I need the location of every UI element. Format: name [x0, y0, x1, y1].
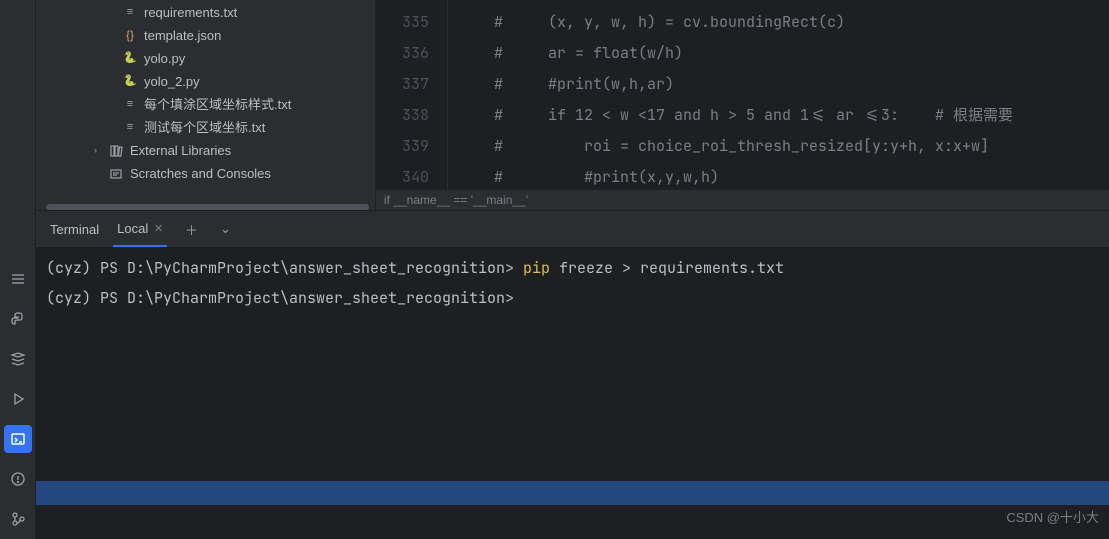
scratches-icon — [108, 166, 124, 182]
editor-scrollbar[interactable] — [1097, 0, 1109, 210]
file-label: 测试每个区域坐标.txt — [144, 116, 265, 139]
json-file-icon: {} — [122, 28, 138, 44]
terminal-title: Terminal — [50, 222, 99, 237]
scratches-consoles[interactable]: Scratches and Consoles — [36, 162, 375, 185]
scratches-label: Scratches and Consoles — [130, 162, 271, 185]
python-file-icon: 🐍 — [122, 51, 138, 67]
file-label: yolo.py — [144, 47, 185, 70]
structure-icon[interactable] — [4, 265, 32, 293]
file-txt-2[interactable]: ≡ 测试每个区域坐标.txt — [36, 116, 375, 139]
terminal-selection-bar — [36, 481, 1109, 505]
file-label: yolo_2.py — [144, 70, 200, 93]
file-txt-1[interactable]: ≡ 每个填涂区域坐标样式.txt — [36, 93, 375, 116]
terminal-panel: Terminal Local × ＋ ⌄ (cyz) PS D:\PyCharm… — [36, 210, 1109, 539]
terminal-tab-bar: Terminal Local × ＋ ⌄ — [36, 211, 1109, 247]
editor-breadcrumb[interactable]: if __name__ == '__main__' — [376, 190, 1109, 210]
python-console-icon[interactable] — [4, 305, 32, 333]
chevron-right-icon: › — [94, 139, 102, 162]
library-icon — [108, 143, 124, 159]
code-content[interactable]: # (x, y, w, h) = cv.boundingRect(c) # ar… — [448, 0, 1097, 210]
file-yolo2-py[interactable]: 🐍 yolo_2.py — [36, 70, 375, 93]
services-icon[interactable] — [4, 345, 32, 373]
ext-lib-label: External Libraries — [130, 139, 231, 162]
tool-window-bar — [0, 0, 36, 539]
problems-icon[interactable] — [4, 465, 32, 493]
close-icon[interactable]: × — [154, 220, 163, 237]
file-label: 每个填涂区域坐标样式.txt — [144, 93, 291, 116]
watermark: CSDN @十小大 — [1006, 503, 1099, 533]
text-file-icon: ≡ — [122, 120, 138, 136]
terminal-icon[interactable] — [4, 425, 32, 453]
file-label: requirements.txt — [144, 1, 237, 24]
add-terminal-button[interactable]: ＋ — [181, 216, 202, 243]
line-number-gutter: 335336337338339340 — [376, 0, 448, 210]
project-tree[interactable]: ≡ requirements.txt {} template.json 🐍 yolo.… — [36, 0, 376, 210]
python-file-icon: 🐍 — [122, 74, 138, 90]
file-label: template.json — [144, 24, 221, 47]
file-template-json[interactable]: {} template.json — [36, 24, 375, 47]
file-yolo-py[interactable]: 🐍 yolo.py — [36, 47, 375, 70]
text-file-icon: ≡ — [122, 5, 138, 21]
terminal-tab-label: Local — [117, 221, 148, 236]
external-libraries[interactable]: › External Libraries — [36, 139, 375, 162]
terminal-dropdown-icon[interactable]: ⌄ — [216, 217, 235, 241]
terminal-tab-local[interactable]: Local × — [113, 212, 167, 248]
terminal-body[interactable]: (cyz) PS D:\PyCharmProject\answer_sheet_… — [36, 247, 1109, 539]
text-file-icon: ≡ — [122, 97, 138, 113]
code-editor[interactable]: 335336337338339340 # (x, y, w, h) = cv.b… — [376, 0, 1109, 210]
file-requirements-txt[interactable]: ≡ requirements.txt — [36, 1, 375, 24]
vcs-icon[interactable] — [4, 505, 32, 533]
run-icon[interactable] — [4, 385, 32, 413]
